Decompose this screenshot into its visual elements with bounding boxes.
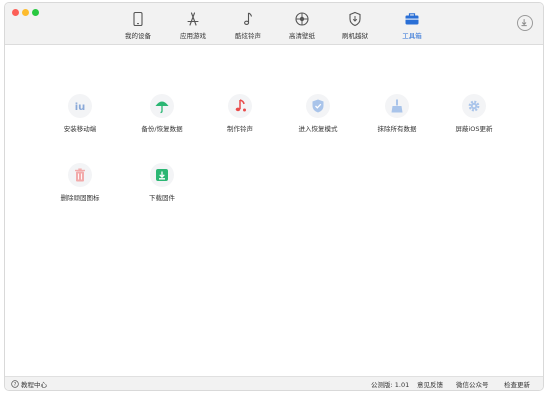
- download-manager-button[interactable]: [517, 15, 533, 31]
- install-mobile-icon: iu: [75, 102, 86, 113]
- wallpaper-icon: [295, 12, 309, 26]
- tab-apps-games-label: 应用游戏: [180, 32, 206, 40]
- tool-icon-circle: [306, 94, 330, 118]
- feedback-link[interactable]: 意见反馈: [417, 379, 443, 389]
- download-firmware-icon: [156, 169, 168, 181]
- tool-icon-circle: [385, 94, 409, 118]
- tool-block-ios-update-label: 屏蔽iOS更新: [455, 125, 493, 133]
- tab-flash-jailbreak[interactable]: 刷机越狱: [327, 3, 383, 45]
- tab-flash-jailbreak-label: 刷机越狱: [342, 32, 368, 40]
- tool-delete-stubborn-icons-label: 删除顽固图标: [60, 194, 100, 202]
- tab-ringtones-label: 酷炫铃声: [235, 32, 261, 40]
- tab-wallpapers[interactable]: 高清壁纸: [274, 3, 330, 45]
- phone-icon: [133, 11, 143, 27]
- tool-icon-circle: [228, 94, 252, 118]
- help-circle-icon: ?: [11, 379, 19, 388]
- download-icon: [521, 19, 527, 27]
- close-window-button[interactable]: [12, 9, 19, 16]
- tab-wallpapers-label: 高清壁纸: [289, 32, 315, 40]
- svg-text:iu: iu: [75, 102, 86, 113]
- toolbox-icon: [405, 13, 419, 25]
- tab-toolbox[interactable]: 工具箱: [384, 3, 440, 45]
- tool-icon-circle: iu: [68, 94, 92, 118]
- umbrella-backup-icon: [155, 101, 169, 114]
- tab-toolbox-label: 工具箱: [402, 32, 422, 40]
- tool-install-mobile-label: 安装移动端: [63, 125, 97, 133]
- tab-my-device[interactable]: 我的设备: [110, 3, 166, 45]
- tool-icon-circle: [150, 163, 174, 187]
- music-note-icon: [244, 12, 253, 25]
- flash-jailbreak-icon: [349, 11, 361, 27]
- minimize-window-button[interactable]: [22, 9, 29, 16]
- svg-text:?: ?: [14, 382, 17, 388]
- title-bar: 我的设备 应用游戏 酷炫铃声 高清壁纸 刷机越狱 工具箱: [5, 3, 543, 45]
- status-bar: ? 教程中心 公测版: 1.01 意见反馈 微信公众号 检查更新: [5, 376, 543, 390]
- tool-recovery-mode-label: 进入恢复模式: [298, 125, 338, 133]
- broom-icon: [391, 99, 403, 113]
- tab-my-device-label: 我的设备: [125, 32, 151, 40]
- tool-icon-circle: [462, 94, 486, 118]
- tool-icon-circle: [150, 94, 174, 118]
- gear-icon: [468, 100, 480, 112]
- version-label: 公测版: 1.01: [371, 381, 410, 389]
- tool-download-firmware-label: 下载固件: [149, 194, 175, 202]
- check-update-link[interactable]: 检查更新: [504, 379, 530, 389]
- ringtone-icon: [235, 99, 246, 112]
- tool-backup-restore-label: 备份/恢复数据: [141, 125, 183, 133]
- tool-erase-all-data-label: 抹除所有数据: [377, 125, 417, 133]
- app-window: 我的设备 应用游戏 酷炫铃声 高清壁纸 刷机越狱 工具箱 iu 安装移动端 备份…: [4, 2, 544, 391]
- tool-make-ringtone-label: 制作铃声: [227, 125, 253, 133]
- trash-icon: [75, 168, 85, 182]
- app-store-icon: [187, 12, 199, 26]
- wechat-link[interactable]: 微信公众号: [456, 379, 489, 389]
- maximize-window-button[interactable]: [32, 9, 39, 16]
- help-center-link[interactable]: 教程中心: [21, 379, 47, 389]
- tab-apps-games[interactable]: 应用游戏: [165, 3, 221, 45]
- tab-ringtones[interactable]: 酷炫铃声: [220, 3, 276, 45]
- tool-icon-circle: [68, 163, 92, 187]
- shield-icon: [312, 99, 324, 113]
